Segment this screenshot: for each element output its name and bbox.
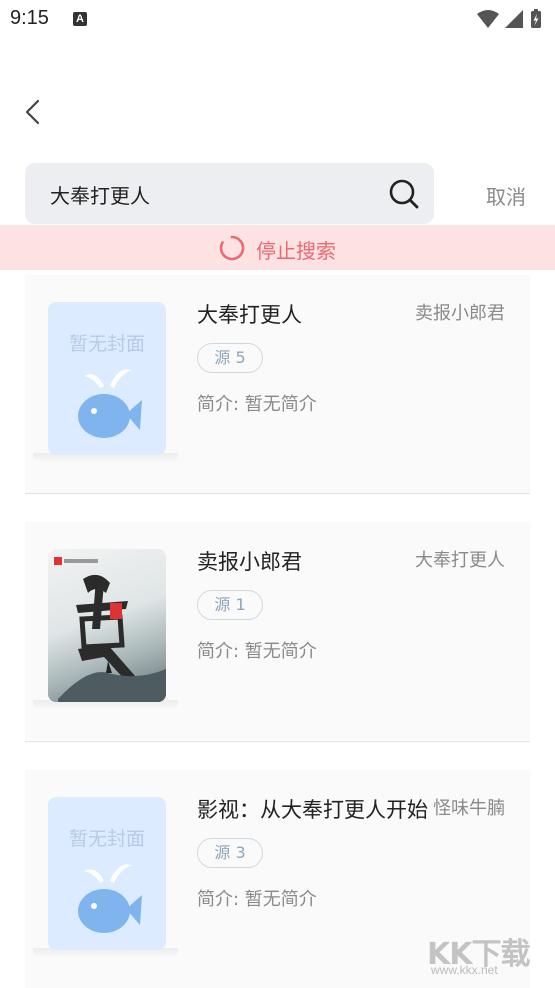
back-arrow-icon: [25, 99, 40, 125]
spinner-icon: [219, 235, 245, 261]
whale-icon: [78, 369, 142, 438]
divider: [25, 493, 530, 494]
source-badge: 源 5: [197, 343, 263, 373]
system-icons: [475, 8, 547, 35]
book-intro: 简介: 暂无简介: [197, 641, 317, 662]
book-author: 卖报小郎君: [415, 303, 505, 324]
book-cover-placeholder: 暂无封面: [48, 302, 166, 455]
book-intro: 简介: 暂无简介: [197, 394, 317, 415]
signal-icon: [505, 10, 523, 28]
battery-icon: [531, 9, 541, 28]
book-cover-placeholder: 暂无封面: [48, 797, 166, 950]
book-title: 影视：从大奉打更人开始: [197, 798, 428, 822]
result-item[interactable]: 暂无封面 大奉打更人 卖报小郎君 源 5 简介: 暂无简介: [25, 275, 530, 493]
back-button[interactable]: [22, 98, 46, 126]
stop-search-button[interactable]: 停止搜索: [0, 225, 555, 270]
stop-search-label: 停止搜索: [256, 239, 336, 263]
book-title: 卖报小郎君: [197, 550, 302, 574]
search-input[interactable]: [50, 179, 380, 209]
result-item[interactable]: 卖报小郎君 大奉打更人 源 1 简介: 暂无简介: [25, 522, 530, 740]
whale-icon: [78, 864, 142, 933]
site-watermark: KK下载 www.kkx.net: [421, 931, 551, 981]
status-bar: 9:15 A: [0, 0, 555, 40]
cancel-button[interactable]: 取消: [486, 181, 526, 210]
wifi-icon: [477, 10, 499, 28]
book-title: 大奉打更人: [197, 303, 302, 327]
cover-artwork: [54, 557, 166, 702]
book-cover-image: [48, 549, 166, 702]
no-cover-text: 暂无封面: [68, 828, 145, 850]
divider: [25, 741, 530, 742]
book-author: 怪味牛腩: [433, 798, 505, 819]
status-time: 9:15: [10, 7, 49, 29]
book-intro: 简介: 暂无简介: [197, 889, 317, 910]
watermark-url: www.kkx.net: [431, 963, 498, 977]
source-badge: 源 1: [197, 590, 263, 620]
book-author: 大奉打更人: [415, 550, 505, 571]
search-icon[interactable]: [387, 177, 421, 211]
no-cover-text: 暂无封面: [68, 333, 145, 355]
search-bar: [25, 163, 434, 224]
notification-icon: A: [73, 12, 87, 26]
source-badge: 源 3: [197, 838, 263, 868]
